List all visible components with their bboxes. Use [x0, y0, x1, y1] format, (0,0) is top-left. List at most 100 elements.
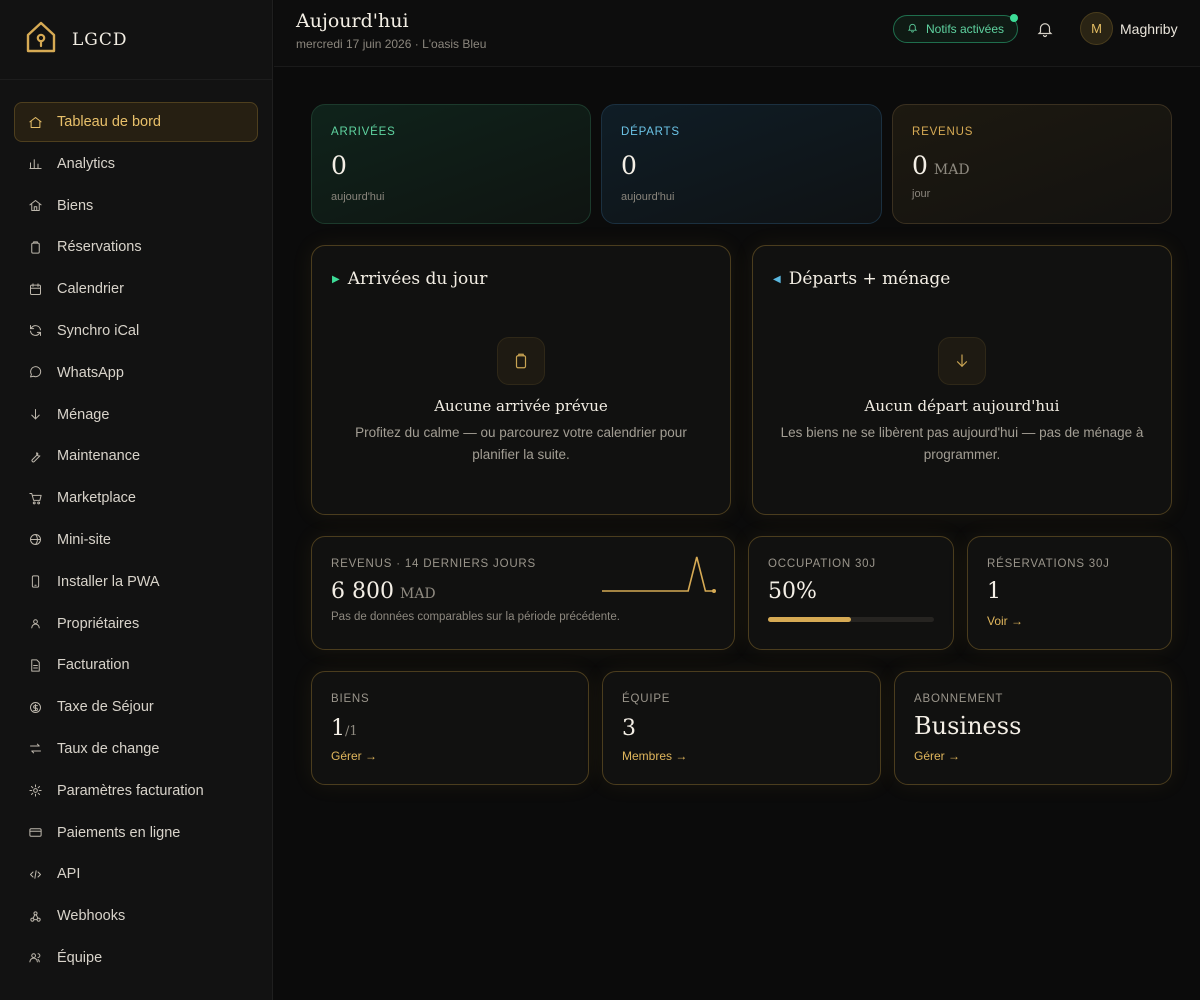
sidebar-item-installer-la-pwa[interactable]: Installer la PWA	[14, 562, 258, 602]
arrivals-value: 0	[331, 151, 347, 180]
arrivals-empty-text: Profitez du calme — ou parcourez votre c…	[355, 425, 687, 462]
properties-card: Biens 1/1 Gérer →	[311, 671, 589, 785]
code-icon	[27, 866, 43, 882]
revenue-value: 0	[912, 151, 928, 180]
departures-label: Départs	[621, 126, 680, 138]
bar-chart-icon	[27, 156, 43, 172]
revenue-unit: MAD	[933, 162, 970, 178]
departures-panel-title-text: Départs + ménage	[788, 269, 951, 289]
revenue-sub: jour	[912, 188, 931, 200]
chat-icon	[27, 365, 43, 381]
sparkline-line	[602, 556, 714, 592]
sidebar-item-label: Maintenance	[57, 448, 141, 465]
team-members-link[interactable]: Membres →	[622, 749, 687, 763]
departures-empty-text: Les biens ne se libèrent pas aujourd'hui…	[780, 425, 1144, 462]
occupancy-progress-fill	[768, 617, 851, 622]
sidebar-item-maintenance[interactable]: Maintenance	[14, 436, 258, 476]
team-card: Équipe 3 Membres →	[602, 671, 881, 785]
revenue-label: Revenus	[912, 126, 974, 138]
manage-subscription-link[interactable]: Gérer →	[914, 749, 960, 763]
arrow-down-icon	[938, 337, 986, 385]
credit-card-icon	[27, 825, 43, 841]
sidebar-item-parametres-facturation[interactable]: Paramètres facturation	[14, 771, 258, 811]
sidebar-item-label: Calendrier	[57, 281, 124, 298]
sidebar-item-label: Équipe	[57, 949, 103, 966]
sidebar-item-label: Synchro iCal	[57, 322, 140, 339]
revenue-14-days-card: Revenus · 14 derniers jours 6 800 MAD Pas…	[311, 536, 735, 650]
sidebar-item-label: Analytics	[57, 155, 116, 172]
home-icon	[27, 114, 43, 130]
sidebar-item-whatsapp[interactable]: WhatsApp	[14, 353, 258, 393]
sidebar-item-label: Tableau de bord	[57, 114, 161, 130]
sidebar-item-label: Taxe de Séjour	[57, 699, 154, 716]
sidebar-item-label: Paramètres facturation	[57, 782, 204, 799]
sidebar-item-analytics[interactable]: Analytics	[14, 144, 258, 184]
sidebar-item-biens[interactable]: Biens	[14, 186, 258, 226]
arrivals-sub: aujourd'hui	[331, 191, 385, 203]
sidebar-item-menage[interactable]: Ménage	[14, 395, 258, 435]
properties-value-wrap: 1/1	[331, 716, 358, 741]
departures-sub: aujourd'hui	[621, 191, 675, 203]
webhook-icon	[27, 908, 43, 924]
departures-value: 0	[621, 151, 637, 180]
sidebar-item-taux-de-change[interactable]: Taux de change	[14, 729, 258, 769]
revenue-stat-card: Revenus 0 MAD jour	[892, 104, 1172, 224]
page-subtitle: mercredi 17 juin 2026 · L'oasis Bleu	[296, 37, 487, 51]
revenue-14-label: Revenus · 14 derniers jours	[331, 558, 536, 570]
arrivals-panel-title: ▶ Arrivées du jour	[332, 269, 487, 289]
sidebar-item-tableau-de-bord[interactable]: Tableau de bord	[14, 102, 258, 142]
sidebar-item-label: Biens	[57, 197, 94, 214]
arrivals-label: Arrivées	[331, 126, 396, 138]
properties-total: /1	[345, 724, 358, 739]
brand[interactable]: LGCD	[0, 0, 272, 80]
sidebar-item-label: Facturation	[57, 657, 130, 674]
cart-icon	[27, 490, 43, 506]
sidebar-item-calendrier[interactable]: Calendrier	[14, 269, 258, 309]
subscription-label: Abonnement	[914, 693, 1004, 705]
properties-value: 1	[331, 716, 345, 741]
sidebar-item-marketplace[interactable]: Marketplace	[14, 478, 258, 518]
sidebar-item-api[interactable]: API	[14, 854, 258, 894]
avatar[interactable]: M	[1080, 12, 1113, 45]
manage-properties-link[interactable]: Gérer →	[331, 749, 377, 763]
arrivals-panel-title-text: Arrivées du jour	[347, 269, 488, 289]
user-name[interactable]: Maghriby	[1120, 21, 1178, 37]
arrow-down-icon	[27, 407, 43, 423]
notifications-toggle-button[interactable]: Notifs activées	[893, 14, 1018, 43]
sidebar-item-proprietaires[interactable]: Propriétaires	[14, 604, 258, 644]
sidebar-item-label: Webhooks	[57, 908, 126, 925]
sidebar-nav: Tableau de bord Analytics Biens Réservation…	[0, 80, 272, 978]
status-dot	[1010, 14, 1018, 22]
sidebar-item-label: Paiements en ligne	[57, 824, 181, 841]
sidebar-item-synchro-ical[interactable]: Synchro iCal	[14, 311, 258, 351]
sidebar-item-label: Installer la PWA	[57, 573, 160, 590]
team-label: Équipe	[622, 693, 671, 705]
sidebar-item-mini-site[interactable]: Mini-site	[14, 520, 258, 560]
triangle-right-icon: ▶	[332, 273, 340, 285]
view-reservations-link[interactable]: Voir →	[987, 614, 1023, 628]
subscription-card: Abonnement Business Gérer →	[894, 671, 1172, 785]
bell-icon[interactable]	[1036, 20, 1054, 38]
occupancy-progress-track	[768, 617, 934, 622]
sidebar-item-label: Propriétaires	[57, 615, 140, 632]
arrivals-panel: ▶ Arrivées du jour Aucune arrivée prévue…	[311, 245, 731, 515]
revenue-14-unit: MAD	[399, 586, 436, 602]
triangle-left-icon: ◀	[773, 273, 781, 285]
revenue-14-value-wrap: 6 800 MAD	[331, 579, 436, 604]
sidebar-item-label: Réservations	[57, 239, 142, 256]
reservations-30-value: 1	[987, 579, 1001, 604]
sidebar-item-webhooks[interactable]: Webhooks	[14, 896, 258, 936]
sidebar-item-equipe[interactable]: Équipe	[14, 938, 258, 978]
top-header: Aujourd'hui mercredi 17 juin 2026 · L'oa…	[274, 0, 1200, 67]
coin-icon	[27, 699, 43, 715]
sidebar-item-paiements-en-ligne[interactable]: Paiements en ligne	[14, 813, 258, 853]
occupancy-card: Occupation 30j 50%	[748, 536, 954, 650]
revenue-value-wrap: 0 MAD	[912, 151, 970, 180]
clipboard-icon	[497, 337, 545, 385]
team-icon	[27, 950, 43, 966]
sidebar-item-reservations[interactable]: Réservations	[14, 227, 258, 267]
sparkline-end-point	[712, 589, 716, 593]
page-title: Aujourd'hui	[296, 10, 409, 32]
sidebar-item-facturation[interactable]: Facturation	[14, 645, 258, 685]
sidebar-item-taxe-de-sejour[interactable]: Taxe de Séjour	[14, 687, 258, 727]
